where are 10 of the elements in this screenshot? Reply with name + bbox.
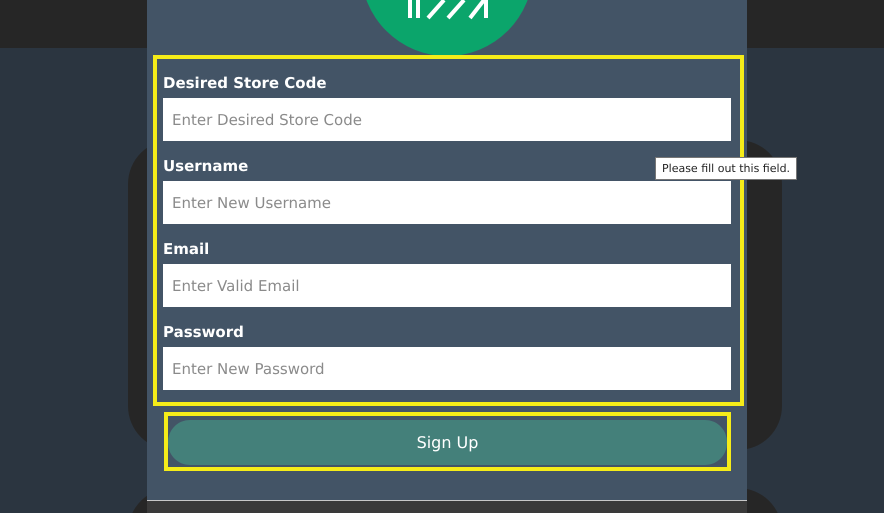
input-field[interactable]: Enter Valid Email (163, 264, 731, 307)
input-field[interactable]: Enter Desired Store Code (163, 98, 731, 141)
tooltip: Please fill out this field. (655, 157, 798, 180)
field-label: Desired Store Code (163, 73, 327, 93)
input-field[interactable]: Enter New Password (163, 347, 731, 390)
field-label: Email (163, 239, 210, 259)
field-label: Password (163, 322, 244, 342)
field-label: Username (163, 156, 248, 176)
input-field[interactable]: Enter New Username (163, 181, 731, 224)
sign-up-button[interactable]: Sign Up (168, 420, 727, 465)
